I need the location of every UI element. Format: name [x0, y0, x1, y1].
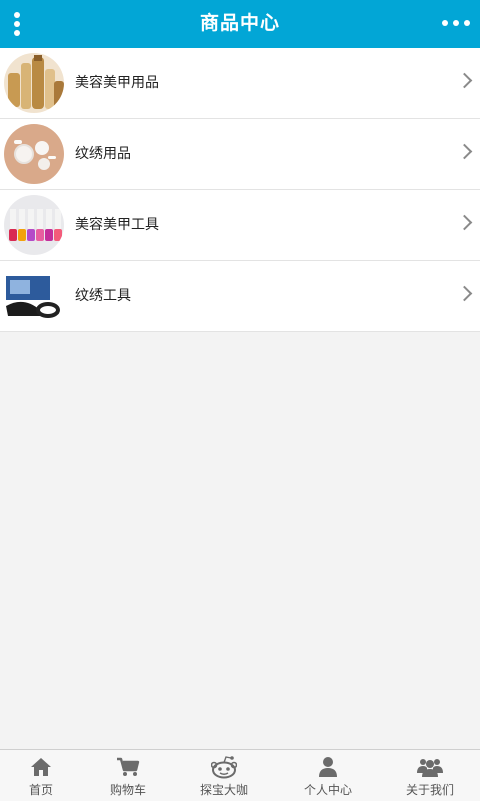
home-icon: [31, 758, 51, 776]
users-group-icon: [417, 759, 443, 777]
bottom-tab-bar: 首页 购物车 探宝大咖 个人中心 关于我们: [0, 749, 480, 801]
tab-explore[interactable]: 探宝大咖: [176, 750, 272, 801]
tab-profile[interactable]: 个人中心: [280, 750, 376, 801]
app-header: 商品中心: [0, 0, 480, 48]
category-row-beauty-nail-supplies[interactable]: 美容美甲用品: [0, 48, 480, 119]
cart-icon: [117, 757, 140, 776]
nail-polish-bottles-image: [4, 195, 64, 255]
category-label: 纹绣用品: [75, 146, 131, 162]
category-label: 纹绣工具: [75, 288, 131, 304]
tab-label: 首页: [28, 783, 53, 797]
tab-cart[interactable]: 购物车: [80, 750, 176, 801]
tattoo-supplies-image: [4, 124, 64, 184]
tab-label: 购物车: [109, 783, 146, 797]
category-label: 美容美甲工具: [75, 217, 159, 233]
category-row-tattoo-tools[interactable]: 纹绣工具: [0, 261, 480, 332]
chevron-right-icon: [456, 72, 473, 89]
cosmetic-bottles-image: [4, 53, 64, 113]
user-icon: [319, 757, 337, 777]
category-label: 美容美甲用品: [75, 75, 159, 91]
tab-label: 探宝大咖: [199, 783, 248, 797]
chevron-right-icon: [456, 143, 473, 160]
category-list: 美容美甲用品 纹绣用品 美容美甲工具 纹绣工具: [0, 48, 480, 332]
reddit-alien-icon: [211, 756, 237, 779]
chevron-right-icon: [456, 214, 473, 231]
more-button[interactable]: [442, 14, 470, 32]
category-row-tattoo-supplies[interactable]: 纹绣用品: [0, 119, 480, 190]
tab-about[interactable]: 关于我们: [382, 750, 478, 801]
category-row-beauty-nail-tools[interactable]: 美容美甲工具: [0, 190, 480, 261]
tab-label: 关于我们: [405, 783, 454, 797]
tattoo-machine-image: [4, 266, 64, 326]
tab-home[interactable]: 首页: [0, 750, 89, 801]
page-title: 商品中心: [199, 12, 280, 34]
chevron-right-icon: [456, 285, 473, 302]
tab-label: 个人中心: [303, 783, 352, 797]
